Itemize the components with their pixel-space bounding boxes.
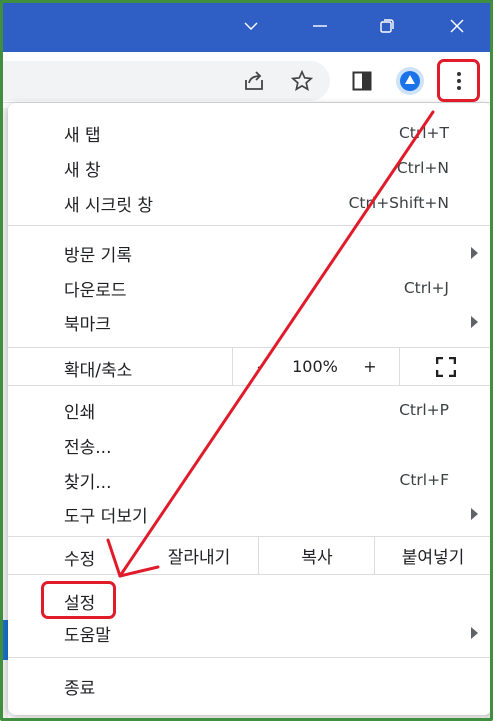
menu-item-history[interactable]: 방문 기록	[8, 236, 492, 270]
menu-item-label: 다운로드	[64, 280, 127, 301]
menu-item-bookmarks[interactable]: 북마크	[8, 305, 492, 339]
menu-separator	[8, 385, 492, 386]
edit-divider	[258, 537, 259, 574]
menu-item-shortcut: Ctrl+T	[398, 124, 449, 142]
chevron-down-icon[interactable]	[220, 0, 282, 52]
menu-separator	[8, 574, 492, 575]
side-panel-icon[interactable]	[345, 64, 379, 98]
menu-item-new-tab[interactable]: 새 탭 Ctrl+T	[8, 116, 492, 150]
menu-item-label: 방문 기록	[64, 245, 132, 266]
zoom-divider	[232, 348, 233, 385]
menu-item-label: 새 탭	[64, 125, 101, 146]
menu-item-new-window[interactable]: 새 창 Ctrl+N	[8, 151, 492, 185]
zoom-out-button[interactable]: -	[242, 348, 278, 385]
share-icon[interactable]	[237, 64, 271, 98]
edit-label: 수정	[64, 550, 96, 570]
bookmark-star-icon[interactable]	[285, 64, 319, 98]
menu-item-help[interactable]: 도움말	[8, 616, 492, 650]
more-menu-highlight	[437, 59, 480, 102]
menu-item-label: 새 시크릿 창	[64, 195, 154, 216]
restore-icon[interactable]	[356, 0, 418, 52]
copy-button[interactable]: 복사	[260, 537, 374, 574]
menu-item-label: 도구 더보기	[64, 506, 148, 527]
chrome-main-menu: 새 탭 Ctrl+T 새 창 Ctrl+N 새 시크릿 창 Ctrl+Shift…	[8, 103, 492, 715]
menu-item-shortcut: Ctrl+F	[399, 471, 449, 489]
title-bar	[0, 0, 493, 52]
browser-toolbar	[0, 52, 493, 108]
menu-item-label: 도움말	[64, 625, 111, 646]
paste-button[interactable]: 붙여넣기	[374, 537, 492, 574]
menu-item-label: 인쇄	[64, 402, 96, 423]
menu-zoom-row: 확대/축소 - 100% +	[8, 348, 492, 385]
menu-item-shortcut: Ctrl+P	[399, 401, 449, 419]
menu-edit-row: 수정 잘라내기 복사 붙여넣기	[8, 537, 492, 574]
menu-separator	[8, 225, 492, 226]
minimize-icon[interactable]	[289, 0, 351, 52]
menu-item-shortcut: Ctrl+Shift+N	[348, 194, 449, 212]
zoom-divider	[399, 348, 400, 385]
cut-button[interactable]: 잘라내기	[134, 537, 264, 574]
menu-item-print[interactable]: 인쇄 Ctrl+P	[8, 393, 492, 427]
address-bar[interactable]	[0, 61, 330, 101]
close-icon[interactable]	[426, 0, 488, 52]
menu-item-label: 새 창	[64, 160, 101, 181]
menu-separator	[8, 657, 492, 658]
menu-item-downloads[interactable]: 다운로드 Ctrl+J	[8, 271, 492, 305]
zoom-level: 100%	[292, 357, 338, 376]
submenu-arrow-icon	[471, 508, 478, 520]
menu-item-label: 전송...	[64, 437, 112, 458]
submenu-arrow-icon	[471, 316, 478, 328]
menu-item-shortcut: Ctrl+J	[403, 279, 449, 297]
extension-icon[interactable]	[393, 64, 427, 98]
menu-item-shortcut: Ctrl+N	[396, 159, 449, 177]
submenu-arrow-icon	[471, 627, 478, 639]
menu-item-label: 찾기...	[64, 472, 112, 493]
menu-item-find[interactable]: 찾기... Ctrl+F	[8, 463, 492, 497]
menu-item-label: 종료	[64, 678, 96, 699]
zoom-label: 확대/축소	[64, 361, 133, 381]
menu-item-exit[interactable]: 종료	[8, 669, 492, 703]
settings-highlight	[41, 581, 116, 619]
menu-item-more-tools[interactable]: 도구 더보기	[8, 497, 492, 531]
zoom-in-button[interactable]: +	[352, 348, 388, 385]
fullscreen-icon[interactable]	[428, 348, 464, 385]
menu-item-cast[interactable]: 전송...	[8, 428, 492, 462]
menu-item-label: 북마크	[64, 314, 111, 335]
menu-item-new-incognito-window[interactable]: 새 시크릿 창 Ctrl+Shift+N	[8, 186, 492, 220]
submenu-arrow-icon	[471, 247, 478, 259]
